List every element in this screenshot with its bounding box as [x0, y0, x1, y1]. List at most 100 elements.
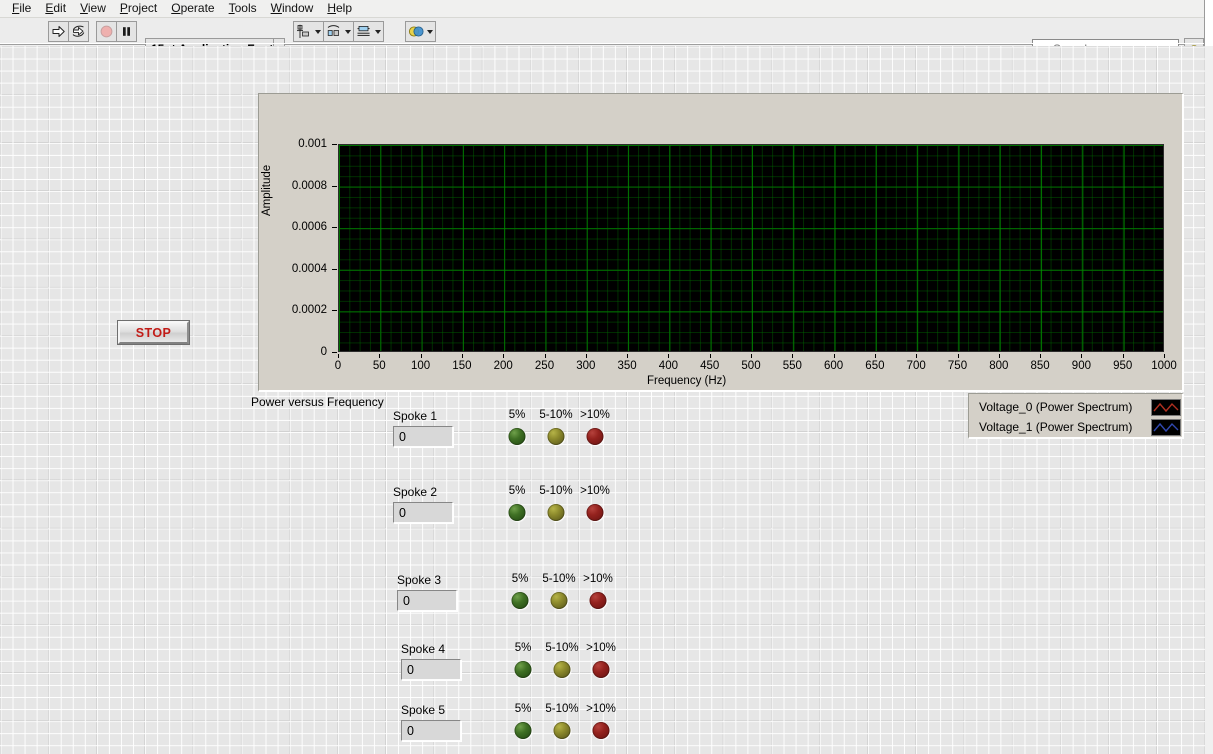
- graph-x-tick-mark: [874, 354, 876, 358]
- legend-label: Voltage_1 (Power Spectrum): [979, 420, 1133, 434]
- graph-x-tick-mark: [627, 354, 629, 358]
- graph-x-tick-label: 100: [411, 360, 431, 372]
- graph-x-tick-label: 400: [658, 360, 678, 372]
- window-right-edge: [1204, 0, 1213, 46]
- graph-x-tick-label: 300: [576, 360, 596, 372]
- graph-x-tick-mark: [338, 354, 339, 358]
- spoke-value-field[interactable]: 0: [401, 659, 461, 680]
- graph-y-tick-mark: [332, 352, 337, 353]
- spoke-label: Spoke 3: [397, 573, 442, 587]
- graph-x-tick-label: 500: [741, 360, 761, 372]
- led-indicator-olive: [547, 428, 565, 445]
- menu-item-view[interactable]: View: [73, 0, 113, 17]
- menu-item-help[interactable]: Help: [320, 0, 359, 17]
- legend-row[interactable]: Voltage_0 (Power Spectrum): [973, 397, 1181, 417]
- led-label: 5-10%: [539, 485, 573, 497]
- led-label: >10%: [580, 485, 610, 497]
- graph-x-tick-mark: [751, 354, 752, 358]
- spoke-value-field[interactable]: 0: [393, 502, 453, 523]
- graph-x-tick-mark: [709, 354, 711, 358]
- led-label: 5-10%: [545, 703, 579, 715]
- led-label: 5%: [508, 409, 526, 421]
- graph-gridlines: [339, 145, 1163, 351]
- graph-x-tick-mark: [957, 354, 959, 358]
- graph-x-tick-label: 50: [372, 360, 386, 372]
- graph-x-tick-mark: [833, 354, 835, 358]
- graph-x-tick-label: 900: [1071, 360, 1091, 372]
- run-continuously-icon[interactable]: [68, 21, 89, 42]
- led-indicator-red: [592, 722, 610, 739]
- resize-objects-icon[interactable]: [353, 21, 384, 42]
- power-spectrum-graph[interactable]: Amplitude 0 0.0002 0.0004 0.0006 0.0008 0.001…: [258, 93, 1184, 392]
- graph-x-tick-label: 200: [493, 360, 513, 372]
- led-indicator-green: [508, 428, 526, 445]
- graph-y-tick-label: 0.0004: [291, 262, 327, 275]
- led-indicator-olive: [547, 504, 565, 521]
- graph-x-tick-mark: [1081, 354, 1083, 358]
- graph-y-tick-label: 0.0006: [291, 221, 327, 234]
- stop-button-label: STOP: [135, 325, 172, 340]
- led-label: 5-10%: [542, 573, 576, 585]
- graph-x-tick-mark: [420, 354, 422, 358]
- spoke-value-field[interactable]: 0: [393, 426, 453, 447]
- graph-x-tick-label: 650: [865, 360, 885, 372]
- led-label: 5%: [514, 703, 532, 715]
- graph-x-tick-mark: [998, 354, 1000, 358]
- stop-button[interactable]: STOP: [118, 321, 189, 344]
- menu-item-window[interactable]: Window: [264, 0, 321, 17]
- menu-item-edit[interactable]: Edit: [38, 0, 73, 17]
- menu-item-project[interactable]: Project: [113, 0, 164, 17]
- graph-y-tick-label: 0.0002: [291, 304, 327, 317]
- arrange-tools-group: [293, 21, 384, 42]
- graph-y-tick-label: 0.0008: [291, 179, 327, 192]
- pause-icon[interactable]: [116, 21, 137, 42]
- graph-x-tick-mark: [916, 354, 918, 358]
- graph-x-tick-label: 600: [824, 360, 844, 372]
- plot-legend[interactable]: Voltage_0 (Power Spectrum) Voltage_1 (Pow…: [968, 393, 1184, 439]
- led-indicator-green: [514, 661, 532, 678]
- led-label: 5-10%: [539, 409, 573, 421]
- led-indicator-red: [592, 661, 610, 678]
- graph-y-axis-label: Amplitude: [261, 164, 273, 216]
- graph-y-tick-mark: [332, 185, 337, 187]
- align-objects-icon[interactable]: [293, 21, 324, 42]
- led-indicator-green: [514, 722, 532, 739]
- spoke-value-field[interactable]: 0: [397, 590, 457, 611]
- graph-x-tick-label: 1000: [1151, 360, 1177, 372]
- front-panel-canvas: STOP Amplitude 0 0.0002 0.0004 0.0006 0.0008…: [0, 46, 1205, 754]
- spoke-label: Spoke 1: [393, 409, 438, 423]
- graph-x-tick-label: 750: [947, 360, 968, 372]
- spoke-value: 0: [399, 505, 406, 520]
- spoke-value: 0: [403, 593, 410, 608]
- spoke-value-field[interactable]: 0: [401, 720, 461, 741]
- toolbar: 15pt Application Font: [0, 18, 1213, 60]
- graph-x-tick-label: 950: [1113, 360, 1133, 372]
- led-label: 5%: [511, 573, 529, 585]
- graph-caption: Power versus Frequency: [251, 395, 384, 409]
- abort-execution-icon[interactable]: [96, 21, 117, 42]
- graph-x-tick-mark: [1040, 354, 1042, 358]
- graph-x-tick-label: 450: [700, 360, 720, 372]
- distribute-objects-icon[interactable]: [323, 21, 354, 42]
- graph-y-tick-mark: [332, 144, 337, 145]
- legend-plot-style-swatch[interactable]: [1151, 398, 1181, 416]
- legend-row[interactable]: Voltage_1 (Power Spectrum): [973, 417, 1181, 437]
- graph-plot-area[interactable]: [338, 144, 1164, 352]
- graph-x-tick-mark: [1164, 354, 1165, 358]
- led-label: >10%: [586, 703, 616, 715]
- menu-item-tools[interactable]: Tools: [222, 0, 264, 17]
- graph-x-tick-label: 850: [1030, 360, 1050, 372]
- led-indicator-green: [508, 504, 526, 521]
- reorder-objects-icon[interactable]: [405, 21, 436, 42]
- labview-front-panel: File Edit View Project Operate Tools Window Hel…: [0, 0, 1213, 754]
- run-arrow-icon[interactable]: [48, 21, 69, 42]
- graph-x-tick-label: 700: [906, 360, 926, 372]
- menu-bar: File Edit View Project Operate Tools Window Hel…: [0, 0, 1213, 18]
- menu-item-operate[interactable]: Operate: [164, 0, 221, 17]
- led-indicator-olive: [553, 722, 571, 739]
- spoke-value: 0: [407, 662, 414, 677]
- menu-item-file[interactable]: File: [5, 0, 38, 17]
- legend-plot-style-swatch[interactable]: [1151, 418, 1181, 436]
- graph-x-tick-mark: [792, 354, 794, 358]
- reorder-tools-group: [405, 21, 436, 42]
